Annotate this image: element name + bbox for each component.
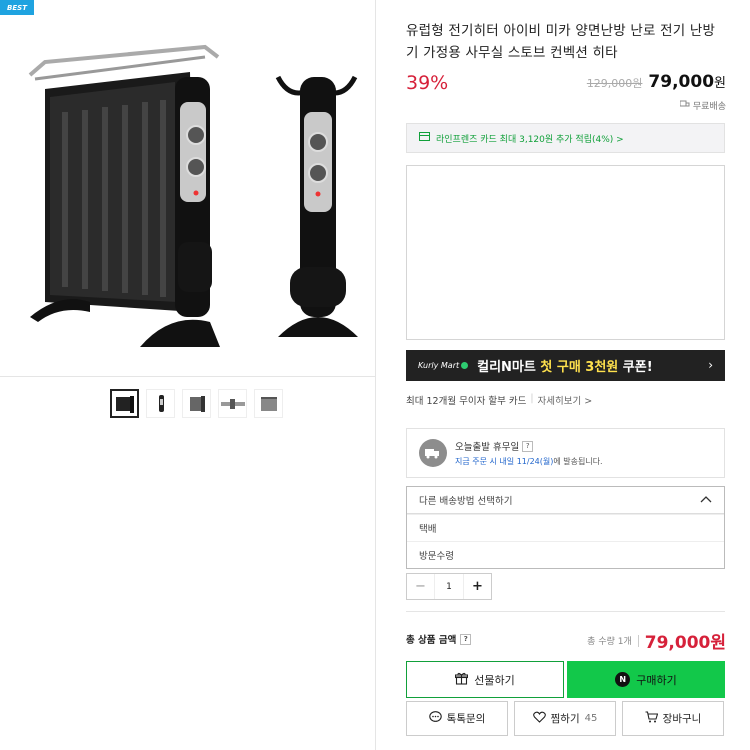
- delivery-title-text: 오늘출발 휴무일: [455, 442, 520, 453]
- delivery-date: 지금 주문 시 내일 11/24(월): [455, 457, 554, 466]
- quantity-minus-button[interactable]: −: [407, 574, 434, 599]
- kurly-logo: Kurly Mart: [418, 361, 469, 370]
- installment-text: 최대 12개월 무이자 할부 카드: [406, 396, 527, 407]
- main-product-image[interactable]: [0, 17, 376, 377]
- total-label: 총 상품 금액 ?: [406, 632, 472, 646]
- truck-icon: [679, 100, 690, 111]
- shipping-select-header[interactable]: 다른 배송방법 선택하기: [407, 487, 724, 514]
- kurly-mart-banner[interactable]: Kurly Mart 컬리N마트 첫 구매 3천원 쿠폰! ›: [406, 350, 725, 381]
- delivery-truck-icon: [419, 439, 447, 467]
- total-quantity: 총 수량 1개: [587, 637, 632, 647]
- sale-price: 79,000원: [648, 72, 726, 92]
- shipping-text: 무료배송: [692, 102, 726, 112]
- section-divider: [406, 611, 725, 612]
- secondary-actions: 톡톡문의 찜하기 45 장바구니: [406, 701, 725, 736]
- kurly-text-c: 쿠폰!: [618, 360, 653, 375]
- delivery-title: 오늘출발 휴무일 ?: [455, 439, 603, 453]
- chat-icon: [428, 711, 442, 726]
- thumbnail-1[interactable]: [110, 389, 139, 418]
- primary-actions: 선물하기 N 구매하기: [406, 661, 725, 698]
- delivery-subtext: 지금 주문 시 내일 11/24(월)에 발송됩니다.: [455, 456, 603, 467]
- quantity-stepper: − 1 +: [406, 573, 492, 600]
- original-price: 129,000원: [586, 77, 643, 90]
- shipping-info: 무료배송: [679, 99, 726, 112]
- heart-icon: [532, 711, 546, 726]
- thumbnail-2[interactable]: [146, 389, 175, 418]
- chevron-up-icon: [700, 495, 712, 506]
- thumbnail-strip: [110, 389, 283, 418]
- shipping-method-select[interactable]: 다른 배송방법 선택하기 택배 방문수령: [406, 486, 725, 569]
- card-benefit-text: 라인프렌즈 카드 최대 3,120원 추가 적립(4%) >: [436, 134, 624, 145]
- product-title: 유럽형 전기히터 아이비 미카 양면난방 난로 전기 난방기 가정용 사무실 스…: [406, 23, 716, 61]
- card-benefit-banner[interactable]: 라인프렌즈 카드 최대 3,120원 추가 적립(4%) >: [406, 123, 725, 153]
- delivery-suffix: 에 발송됩니다.: [553, 457, 603, 466]
- divider: |: [530, 393, 534, 404]
- total-label-text: 총 상품 금액: [406, 635, 457, 646]
- talk-inquiry-label: 톡톡문의: [446, 713, 486, 725]
- gift-icon: [455, 672, 469, 688]
- help-icon[interactable]: ?: [522, 440, 534, 452]
- kurly-dot-icon: [461, 362, 469, 369]
- cart-button[interactable]: 장바구니: [622, 701, 724, 736]
- total-summary: 총 수량 1개 79,000원: [587, 628, 726, 653]
- card-icon: [419, 132, 430, 144]
- wishlist-button[interactable]: 찜하기 45: [514, 701, 616, 736]
- delivery-notice: 오늘출발 휴무일 ? 지금 주문 시 내일 11/24(월)에 발송됩니다.: [406, 428, 725, 478]
- thumbnail-5[interactable]: [254, 389, 283, 418]
- sale-price-value: 79,000: [648, 72, 715, 92]
- product-gallery: BEST: [0, 0, 376, 750]
- buy-button[interactable]: N 구매하기: [567, 661, 725, 698]
- discount-rate: 39%: [406, 72, 449, 94]
- cart-button-label: 장바구니: [662, 713, 702, 725]
- option-panel-placeholder: [406, 165, 725, 340]
- kurly-banner-text: 컬리N마트 첫 구매 3천원 쿠폰!: [477, 356, 653, 375]
- thumbnail-4[interactable]: [218, 389, 247, 418]
- naver-pay-icon: N: [615, 672, 631, 687]
- shipping-select-label: 다른 배송방법 선택하기: [419, 496, 513, 507]
- chevron-right-icon: ›: [708, 358, 713, 372]
- talk-inquiry-button[interactable]: 톡톡문의: [406, 701, 508, 736]
- best-badge: BEST: [0, 0, 34, 15]
- installment-info: 최대 12개월 무이자 할부 카드 | 자세히보기 >: [406, 393, 592, 407]
- kurly-logo-text: Kurly Mart: [418, 361, 460, 370]
- help-icon[interactable]: ?: [460, 633, 472, 645]
- kurly-text-b: 첫 구매 3천원: [540, 360, 619, 375]
- quantity-plus-button[interactable]: +: [464, 574, 491, 599]
- gift-button-label: 선물하기: [474, 673, 515, 687]
- shipping-option-parcel[interactable]: 택배: [407, 514, 724, 541]
- details-link[interactable]: 자세히보기 >: [538, 393, 593, 407]
- total-price: 79,000원: [644, 633, 726, 653]
- delivery-text-block: 오늘출발 휴무일 ? 지금 주문 시 내일 11/24(월)에 발송됩니다.: [455, 439, 603, 467]
- wishlist-label: 찜하기: [550, 713, 580, 725]
- currency-unit: 원: [714, 76, 726, 91]
- shipping-option-pickup[interactable]: 방문수령: [407, 541, 724, 568]
- cart-icon: [645, 711, 658, 726]
- quantity-input[interactable]: 1: [434, 574, 464, 599]
- wishlist-count: 45: [584, 713, 598, 724]
- price-row: 129,000원 79,000원: [587, 72, 726, 92]
- thumbnail-3[interactable]: [182, 389, 211, 418]
- buy-button-label: 구매하기: [636, 673, 677, 687]
- gift-button[interactable]: 선물하기: [406, 661, 564, 698]
- kurly-text-a: 컬리N마트: [477, 360, 541, 375]
- divider: [637, 634, 639, 647]
